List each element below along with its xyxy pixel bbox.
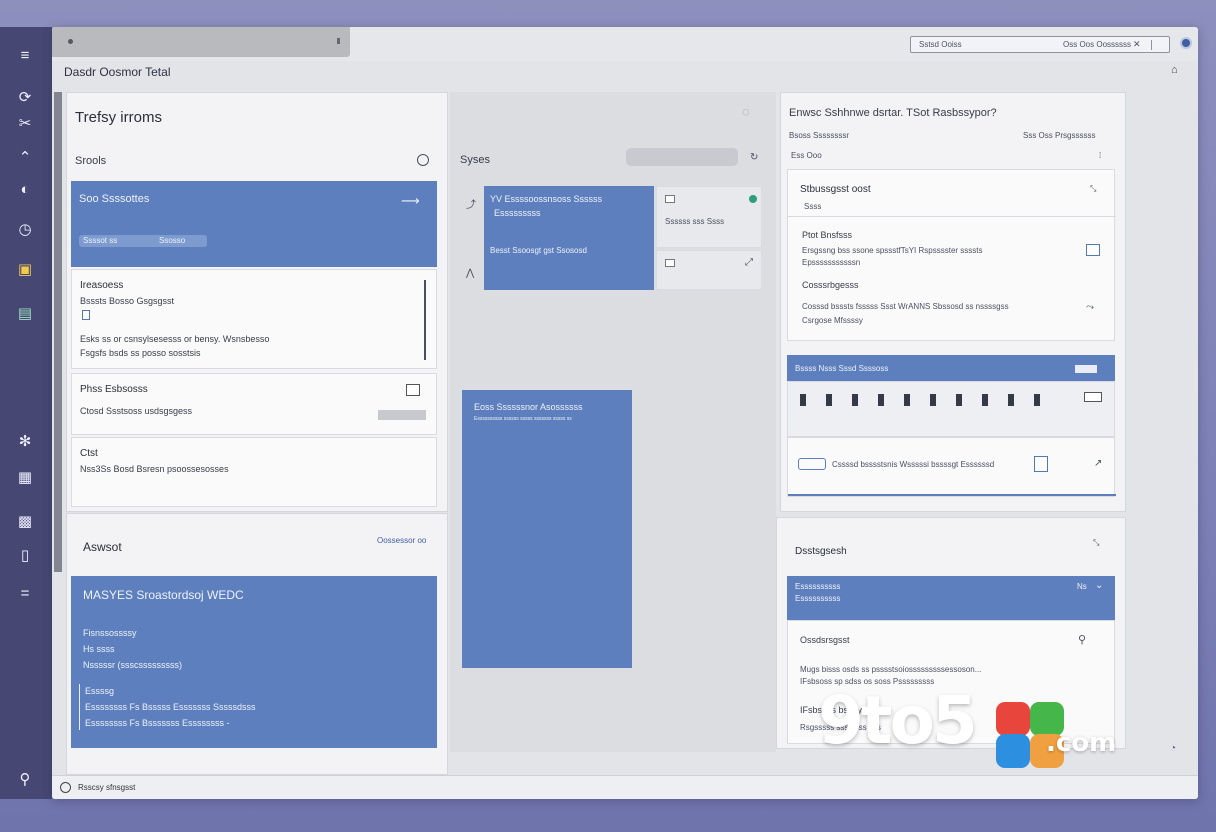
progress-line: [788, 494, 1116, 496]
tab-handle-icon: [337, 38, 340, 44]
status-dot-icon: [749, 195, 757, 203]
search-input[interactable]: Sstsd Ooiss Oss Oos Oossssss ✕: [910, 36, 1170, 53]
grid-icon[interactable]: ▦: [14, 467, 36, 489]
selected-item[interactable]: Soo Ssssottes ⟶ Ssssot ss Ssosso: [71, 181, 437, 267]
clear-icon[interactable]: ✕: [1133, 39, 1141, 50]
logo-square-red: [996, 702, 1030, 736]
doc-icon[interactable]: [1034, 456, 1048, 472]
arrow-right-icon[interactable]: ⟶: [401, 193, 420, 209]
thumbnail-icon: [665, 195, 675, 203]
table-note[interactable]: Cssssd bsssstsnis Wsssssi bssssgt Esssss…: [787, 437, 1116, 497]
arrow-icon[interactable]: ↗: [1094, 458, 1102, 469]
tools-icon[interactable]: ✂: [14, 113, 36, 135]
chevron-up-icon[interactable]: ⌃: [14, 147, 36, 169]
sort-icon[interactable]: ⋀: [466, 268, 474, 279]
collapse-icon[interactable]: ⤡: [1090, 184, 1096, 194]
image-icon[interactable]: ▤: [14, 303, 36, 325]
tab-dot-icon: [68, 39, 73, 44]
status-bar: Rsscsy sfnsgsst: [52, 775, 1198, 799]
top-bar: Sstsd Ooiss Oss Oos Oossssss ✕: [52, 27, 1198, 61]
thumbnail-icon: [665, 259, 675, 267]
logo-square-blue: [996, 734, 1030, 768]
file-icon: [82, 310, 90, 320]
details-panel: Enwsc Sshhnwe dsrtar. TSot Rasbssypor? B…: [780, 92, 1126, 512]
selected-item-title: Soo Ssssottes: [79, 193, 150, 205]
account-panel: Aswsot Oossessor oo MASYES Sroastordsoj …: [66, 513, 448, 775]
table-cells: [800, 394, 1060, 406]
status-icon: [60, 782, 71, 793]
globe-icon[interactable]: [1180, 37, 1192, 49]
items-panel-title: Trefsy irroms: [75, 109, 162, 126]
add-icon[interactable]: [1086, 244, 1100, 256]
watermark-brand: 9to5: [818, 682, 978, 759]
search-divider: [1151, 40, 1152, 50]
list-item[interactable]: Ireasoess Bsssts Bosso Gsgsgsst Esks ss …: [71, 269, 437, 369]
detail-card[interactable]: Eoss Ssssssnor Asossssss Essssssssss sss…: [462, 390, 632, 668]
account-card[interactable]: MASYES Sroastordsoj WEDC Fisnssossssy Hs…: [71, 576, 437, 748]
note-icon[interactable]: ▣: [14, 259, 36, 281]
loading-icon: ◌: [742, 104, 750, 119]
tab-strip[interactable]: [52, 27, 350, 57]
left-sidebar: ≡ ⟳ ✂ ⌃ ◐ ◷ ▣ ▤ ✻ ▦ ▩ ▯ = ⚲: [0, 27, 52, 799]
more-icon[interactable]: =: [14, 583, 36, 605]
pin-icon[interactable]: ⚲: [1078, 633, 1086, 646]
watermark-logo: 9to5 .com: [818, 672, 1138, 772]
search-label: Srools: [75, 155, 107, 167]
header-toggle-icon[interactable]: [1075, 365, 1097, 373]
toggle-icon[interactable]: [378, 410, 426, 420]
selected-item-chip: Ssssot ss Ssosso: [79, 235, 207, 247]
pin-icon[interactable]: ⤴: [466, 196, 476, 211]
filter-pill[interactable]: [626, 148, 738, 166]
search-icon[interactable]: [417, 154, 429, 166]
people-icon[interactable]: ▩: [14, 511, 36, 533]
search-hint: Oss Oos Oossssss: [1063, 40, 1132, 49]
chevron-down-icon[interactable]: ⌄: [1095, 580, 1103, 591]
table-row[interactable]: [787, 381, 1115, 437]
items-panel: Trefsy irroms Srools Soo Ssssottes ⟶ Sss…: [66, 92, 448, 512]
status-text: Rsscsy sfnsgsst: [78, 783, 136, 792]
phone-icon[interactable]: ▯: [14, 545, 36, 567]
details-title: Enwsc Sshhnwe dsrtar. TSot Rasbssypor?: [789, 107, 997, 119]
search-panel: Syses ↻ ◌ ⤴ ⋀ YV Essssoossnsoss Ssssss E…: [450, 92, 776, 752]
search-panel-label: Syses: [460, 154, 490, 166]
activity-title: Dsstsgsesh: [795, 546, 847, 557]
account-divider: [79, 684, 80, 730]
list-item[interactable]: Phss Esbsosss Ctosd Ssstsoss usdsgsgess: [71, 373, 437, 435]
activity-selected[interactable]: Essssssssss Essssssssss Ns ⌄: [787, 576, 1115, 620]
section-card[interactable]: Stbussgsst oost ⤡ Ssss Ptot Bnsfsss Ersg…: [787, 169, 1116, 341]
table-header: Bssss Nsss Sssd Ssssoss: [787, 355, 1115, 381]
info-icon[interactable]: ⁞: [1099, 151, 1101, 160]
list-item[interactable]: Ctst Nss3Ss Bosd Bsresn psoossesosses: [71, 437, 437, 507]
scrollbar[interactable]: [424, 280, 426, 360]
account-link[interactable]: Oossessor oo: [377, 536, 426, 545]
menu-icon[interactable]: ≡: [14, 45, 36, 67]
home-icon[interactable]: ⌂: [1171, 64, 1178, 76]
wand-icon[interactable]: ⚲: [14, 769, 36, 791]
toggle-switch[interactable]: [798, 458, 826, 470]
search-placeholder: Sstsd Ooiss: [919, 40, 962, 49]
result-card[interactable]: YV Essssoossnsoss Ssssss Esssssssss Bess…: [484, 186, 654, 290]
timer-icon[interactable]: ◷: [14, 219, 36, 241]
expand-icon[interactable]: ⤢: [745, 257, 753, 268]
user-icon[interactable]: ◐: [14, 179, 36, 201]
page-title: Dasdr Oosmor Tetal: [64, 65, 171, 79]
sync-icon[interactable]: ⟳: [14, 87, 36, 109]
window-icon[interactable]: [406, 384, 420, 396]
refresh-icon[interactable]: ↻: [750, 152, 758, 163]
result-side-item[interactable]: ⤢: [656, 250, 762, 290]
watermark-suffix: .com: [1046, 728, 1117, 758]
window-icon[interactable]: [1084, 392, 1102, 402]
collapse-icon[interactable]: ⤡: [1093, 538, 1099, 548]
help-icon[interactable]: ◔: [1170, 743, 1176, 754]
account-title: Aswsot: [83, 540, 122, 554]
settings-icon[interactable]: ✻: [14, 431, 36, 453]
link-icon[interactable]: ⤳: [1086, 302, 1094, 313]
result-side-item[interactable]: Ssssss sss Ssss: [656, 186, 762, 248]
column-shadow: [54, 92, 62, 572]
